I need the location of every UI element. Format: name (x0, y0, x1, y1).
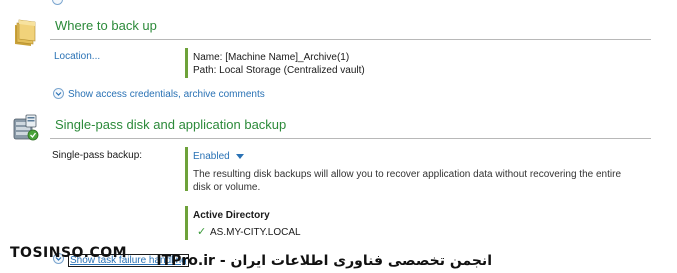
expand-chevron-icon[interactable] (52, 0, 63, 5)
location-name: Name: [Machine Name]_Archive(1) (193, 52, 350, 63)
database-backup-icon (12, 113, 40, 143)
location-link[interactable]: Location... (54, 51, 100, 62)
section-title-single-pass: Single-pass disk and application backup (55, 117, 287, 132)
section-divider (50, 39, 651, 40)
single-pass-label: Single-pass backup: (52, 150, 143, 161)
section-divider (50, 138, 651, 139)
single-pass-accent-bar (185, 147, 188, 191)
watermark-right: انجمن تخصصی فناوری اطلاعات ایران - ITPro… (156, 253, 492, 269)
ad-accent-bar (185, 206, 188, 240)
location-path: Path: Local Storage (Centralized vault) (193, 65, 365, 76)
single-pass-description: The resulting disk backups will allow yo… (193, 169, 622, 193)
active-directory-heading: Active Directory (193, 210, 270, 221)
section-title-where: Where to back up (55, 18, 157, 33)
show-credentials-link[interactable]: Show access credentials, archive comment… (68, 89, 265, 100)
location-accent-bar (185, 48, 188, 78)
expand-chevron-icon[interactable] (53, 88, 64, 99)
watermark-left: TOSINSO.COM (10, 245, 128, 261)
checkmark-icon: ✓ (197, 226, 207, 238)
folder-icon (13, 17, 37, 47)
active-directory-domain: AS.MY-CITY.LOCAL (210, 227, 301, 238)
single-pass-dropdown[interactable]: Enabled (193, 151, 230, 162)
dropdown-arrow-icon[interactable] (236, 154, 244, 159)
